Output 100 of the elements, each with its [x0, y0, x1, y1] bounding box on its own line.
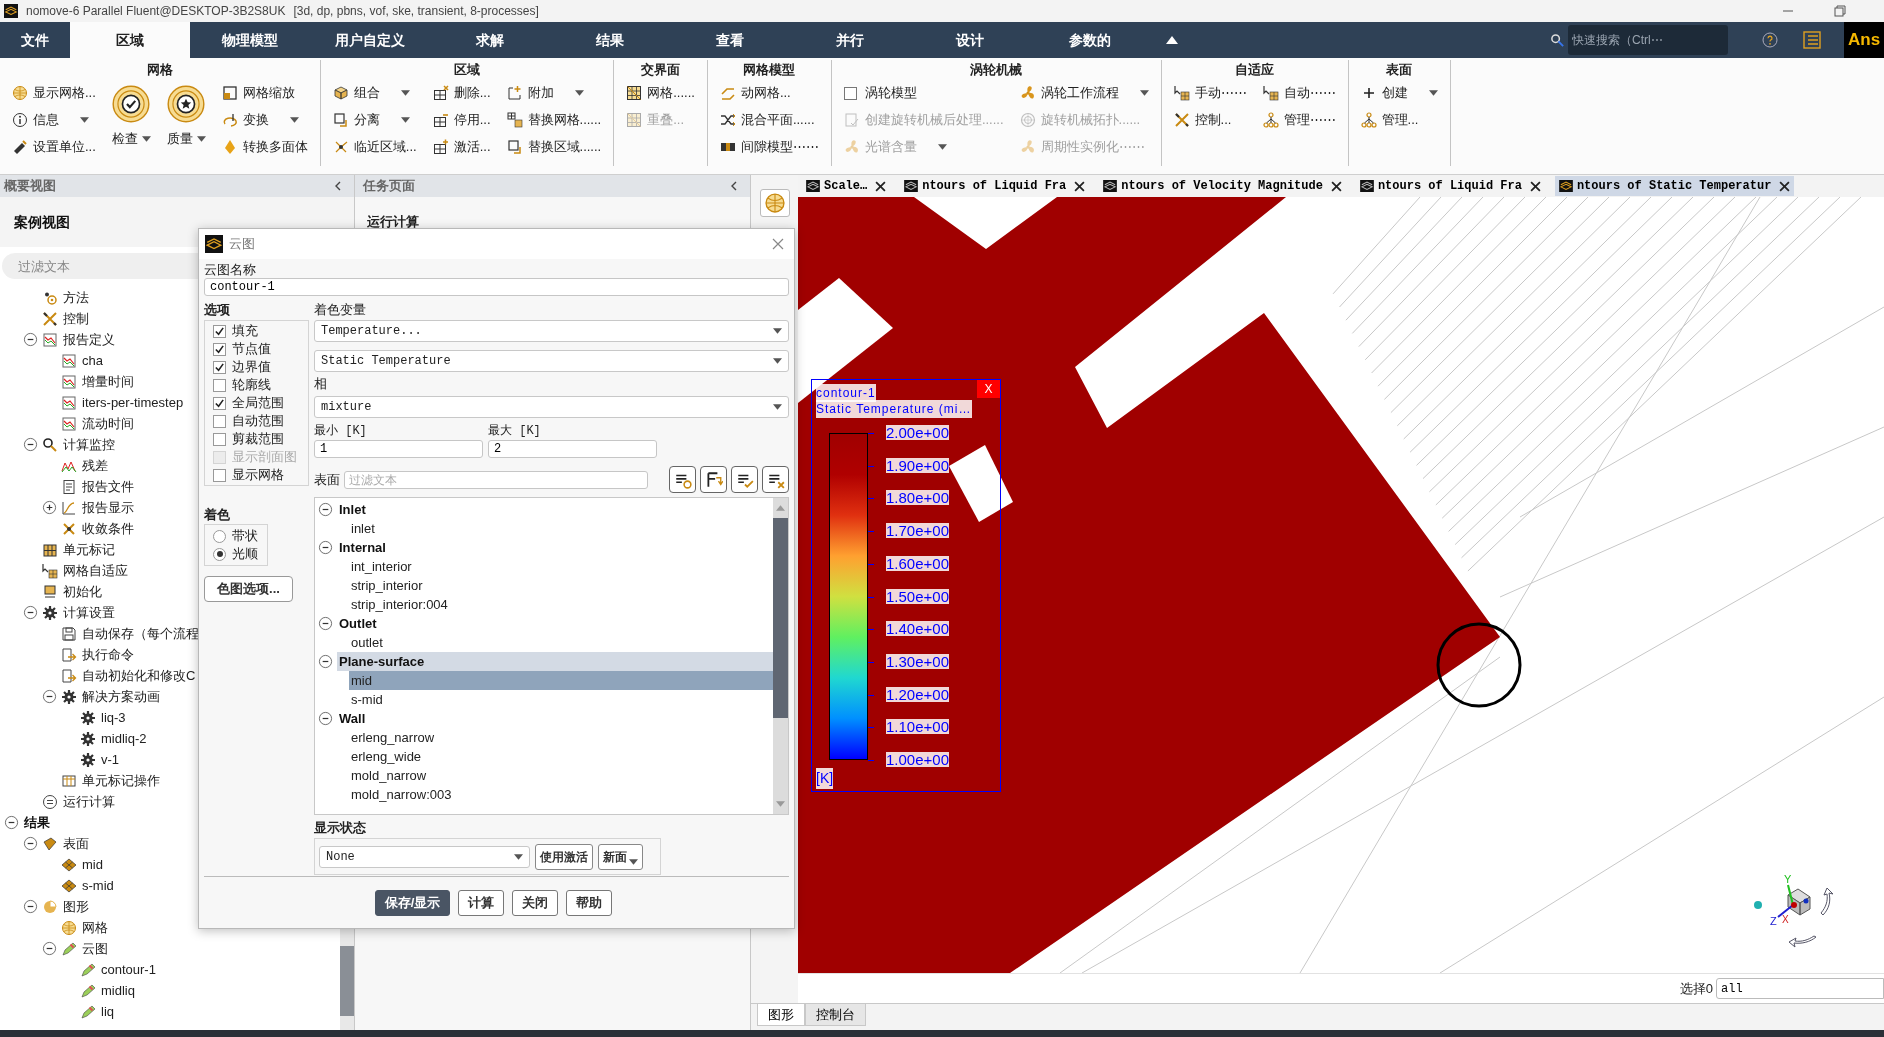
bottom-tab[interactable]: 控制台 [805, 1004, 866, 1026]
min-field[interactable]: 1 [314, 440, 483, 458]
colormap-button[interactable]: 色图选项... [204, 576, 293, 602]
surface-item[interactable]: outlet [349, 633, 773, 652]
collapse-panel-icon[interactable] [730, 181, 738, 191]
collapse-icon[interactable] [23, 332, 38, 347]
collapse-panel-icon[interactable] [334, 181, 342, 191]
menu-tab[interactable]: 区域 [70, 22, 190, 58]
ribbon-button[interactable]: 质量 [166, 81, 206, 149]
close-icon[interactable] [1779, 180, 1791, 192]
use-active-button[interactable]: 使用激活 [535, 843, 593, 870]
surface-item[interactable]: strip_interior [349, 576, 773, 595]
tree-item[interactable]: 云图 [82, 938, 108, 959]
collapse-icon[interactable] [23, 836, 38, 851]
radio-button[interactable] [213, 529, 226, 543]
checkbox[interactable] [213, 324, 226, 338]
checkbox[interactable] [213, 360, 226, 374]
tree-item[interactable]: 自动初始化和修改C [82, 665, 196, 686]
close-icon[interactable] [1330, 180, 1342, 192]
max-field[interactable]: 2 [488, 440, 657, 458]
ribbon-button[interactable]: 动网格... [719, 81, 819, 105]
tree-item[interactable]: 执行命令 [82, 644, 134, 665]
tree-item[interactable]: 控制 [63, 308, 89, 329]
tree-item[interactable]: 解决方案动画 [82, 686, 160, 707]
surface-group[interactable]: Outlet [337, 614, 773, 633]
tree-item[interactable]: 报告显示 [82, 497, 134, 518]
menu-tab[interactable]: 文件 [0, 22, 70, 58]
tree-item[interactable]: 初始化 [63, 581, 102, 602]
name-field[interactable]: contour-1 [204, 278, 789, 296]
expand-icon[interactable] [42, 500, 57, 515]
surface-item[interactable]: erleng_narrow [349, 728, 773, 747]
filter-field[interactable]: 过滤文本 [344, 470, 648, 489]
tree-item[interactable]: 报告定义 [63, 329, 115, 350]
list-clear-button[interactable] [762, 466, 789, 493]
ribbon-button[interactable]: 网格缩放 [221, 81, 308, 105]
dialog-button[interactable]: 计算 [458, 889, 505, 916]
ribbon-button[interactable]: 临近区域... [332, 135, 417, 159]
rotate-arrow-icon[interactable] [1820, 887, 1836, 917]
surface-group[interactable]: Plane-surface [337, 652, 773, 671]
ribbon-button[interactable]: 设置单位... [12, 135, 96, 159]
menu-tab[interactable]: 查看 [670, 22, 790, 58]
surface-group[interactable]: Wall [337, 709, 773, 728]
tree-item[interactable]: 计算设置 [63, 602, 115, 623]
tree-item[interactable]: liq [101, 1001, 114, 1022]
dropdown[interactable]: Temperature... [314, 320, 789, 342]
graphics-tab[interactable]: ntours of Velocity Magnitude [1099, 176, 1346, 196]
ribbon-button[interactable]: 间隙模型⋯⋯ [719, 135, 819, 159]
collapse-icon[interactable] [318, 502, 333, 517]
ribbon-button[interactable]: 管理⋯⋯ [1262, 108, 1336, 132]
tree-item[interactable]: cha [82, 350, 103, 371]
tree-item[interactable]: 增量时间 [82, 371, 134, 392]
tree-item[interactable]: 运行计算 [63, 791, 115, 812]
menu-tab[interactable]: 用户自定义 [310, 22, 430, 58]
rotate-arrow-icon[interactable] [1788, 935, 1818, 951]
menu-tab[interactable]: 结果 [550, 22, 670, 58]
dialog-button[interactable]: 保存/显示 [374, 889, 451, 916]
menu-tab[interactable]: 参数的 [1030, 22, 1150, 58]
radio-button[interactable] [213, 547, 226, 561]
surface-item[interactable]: int_interior [349, 557, 773, 576]
checkbox[interactable] [213, 414, 226, 428]
checkbox[interactable] [213, 342, 226, 356]
ribbon-button[interactable]: 网格...... [626, 81, 695, 105]
mesh-display-button[interactable] [759, 189, 790, 217]
tree-item[interactable]: 图形 [63, 896, 89, 917]
collapse-icon[interactable] [23, 605, 38, 620]
bottom-tab[interactable]: 图形 [757, 1004, 805, 1026]
ribbon-button[interactable]: 分离 [332, 108, 417, 132]
surface-group[interactable]: Internal [337, 538, 773, 557]
selection-field[interactable]: all [1716, 978, 1884, 999]
search-field[interactable]: 快速搜索（Ctrl⋯ [1568, 25, 1728, 55]
tree-item[interactable]: 计算监控 [63, 434, 115, 455]
ribbon-button[interactable]: 停用... [432, 108, 491, 132]
surface-item[interactable]: mold_narrow:003 [349, 785, 773, 804]
collapse-icon[interactable] [23, 437, 38, 452]
ribbon-button[interactable]: 激活... [432, 135, 491, 159]
tree-item[interactable]: 方法 [63, 287, 89, 308]
checkbox[interactable] [843, 86, 857, 100]
tree-item[interactable]: contour-1 [101, 959, 156, 980]
dropdown[interactable]: mixture [314, 396, 789, 418]
tree-item[interactable]: s-mid [82, 875, 114, 896]
panel-list-icon[interactable] [1802, 30, 1822, 50]
collapse-icon[interactable] [42, 689, 57, 704]
tree-item[interactable]: v-1 [101, 749, 120, 770]
close-icon[interactable] [1529, 180, 1541, 192]
ribbon-button[interactable]: 变换 [221, 108, 308, 132]
checkbox[interactable] [213, 468, 226, 482]
ribbon-button[interactable]: 自动⋯⋯ [1262, 81, 1336, 105]
ribbon-button[interactable]: 手动⋯⋯ [1173, 81, 1247, 105]
tree-item[interactable]: 收敛条件 [82, 518, 134, 539]
tree-item[interactable]: 报告文件 [82, 476, 134, 497]
collapse-icon[interactable] [318, 711, 333, 726]
list-check-button[interactable] [731, 466, 758, 493]
restore-icon[interactable] [1834, 5, 1846, 17]
surface-item[interactable]: mid [349, 671, 773, 690]
surface-item[interactable]: strip_interior:004 [349, 595, 773, 614]
ribbon-button[interactable]: 控制... [1173, 108, 1247, 132]
list-circle-button[interactable] [669, 466, 696, 493]
tree-item[interactable]: 单元标记操作 [82, 770, 160, 791]
close-icon[interactable] [875, 180, 887, 192]
tree-item[interactable]: midliq-2 [101, 728, 147, 749]
